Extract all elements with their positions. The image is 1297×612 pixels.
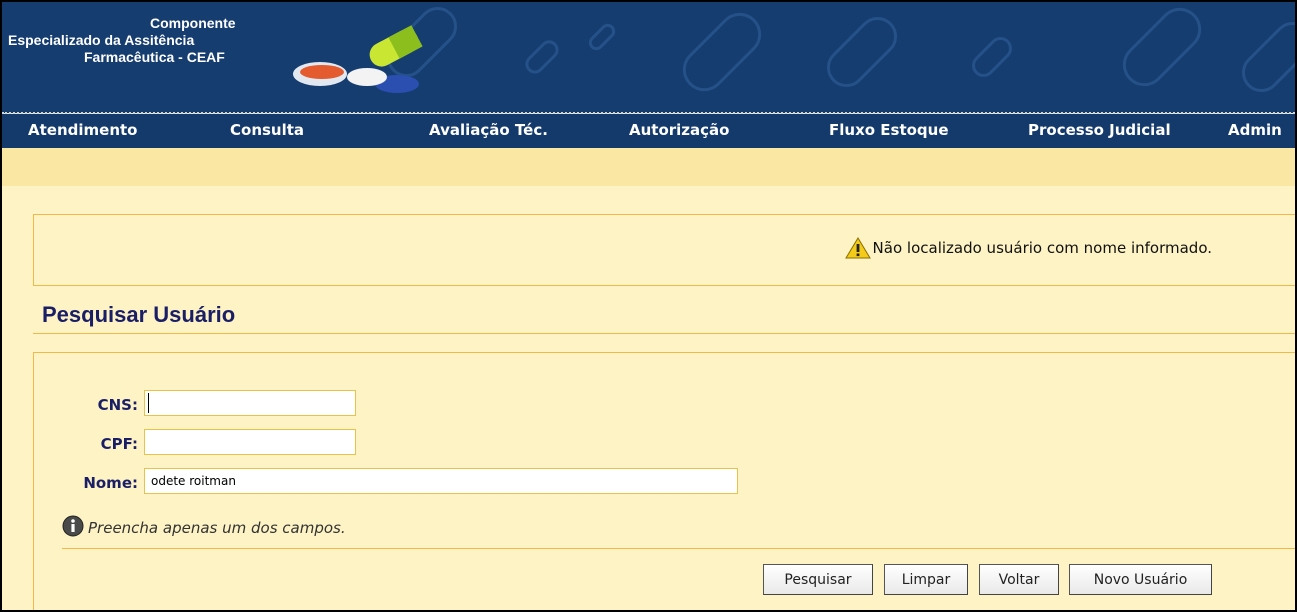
cns-input[interactable] <box>144 390 356 416</box>
submenu-bar <box>2 148 1295 186</box>
menu-item-autorizacao[interactable]: Autorização <box>629 121 729 139</box>
hint-text: Preencha apenas um dos campos. <box>88 519 346 537</box>
alert-box: Não localizado usuário com nome informad… <box>33 214 1295 286</box>
text-caret <box>148 393 149 413</box>
logo-line-1: Componente <box>150 15 236 31</box>
info-icon <box>62 515 84 537</box>
header-banner: Componente Especializado da Assitência F… <box>2 2 1295 113</box>
nome-input[interactable] <box>144 468 738 494</box>
menu-item-avaliacao-tec[interactable]: Avaliação Téc. <box>429 121 548 139</box>
search-button[interactable]: Pesquisar <box>763 564 873 595</box>
cns-label: CNS: <box>97 396 138 414</box>
alert-text: Não localizado usuário com nome informad… <box>872 239 1212 257</box>
back-button[interactable]: Voltar <box>979 564 1059 595</box>
main-menu: Atendimento Consulta Avaliação Téc. Auto… <box>2 114 1295 148</box>
alert-message: Não localizado usuário com nome informad… <box>844 237 1212 259</box>
new-user-button[interactable]: Novo Usuário <box>1069 564 1212 595</box>
hint: Preencha apenas um dos campos. <box>62 515 346 537</box>
logo-line-2: Especializado da Assitência <box>8 32 195 48</box>
hint-divider <box>62 548 1295 549</box>
nome-label: Nome: <box>83 474 138 492</box>
cpf-label: CPF: <box>100 435 138 453</box>
cpf-input[interactable] <box>144 429 356 455</box>
menu-item-consulta[interactable]: Consulta <box>230 121 304 139</box>
app-window: Componente Especializado da Assitência F… <box>0 0 1297 612</box>
title-divider <box>33 333 1295 334</box>
menu-item-fluxo-estoque[interactable]: Fluxo Estoque <box>829 121 949 139</box>
warning-icon <box>844 237 871 259</box>
menu-item-processo-judicial[interactable]: Processo Judicial <box>1028 121 1171 139</box>
menu-item-admin[interactable]: Admin <box>1228 121 1282 139</box>
logo-line-3: Farmacêutica - CEAF <box>84 49 225 65</box>
page-title: Pesquisar Usuário <box>42 302 236 327</box>
menu-item-atendimento[interactable]: Atendimento <box>28 121 137 139</box>
pills-logo-icon <box>293 25 423 93</box>
clear-button[interactable]: Limpar <box>884 564 968 595</box>
